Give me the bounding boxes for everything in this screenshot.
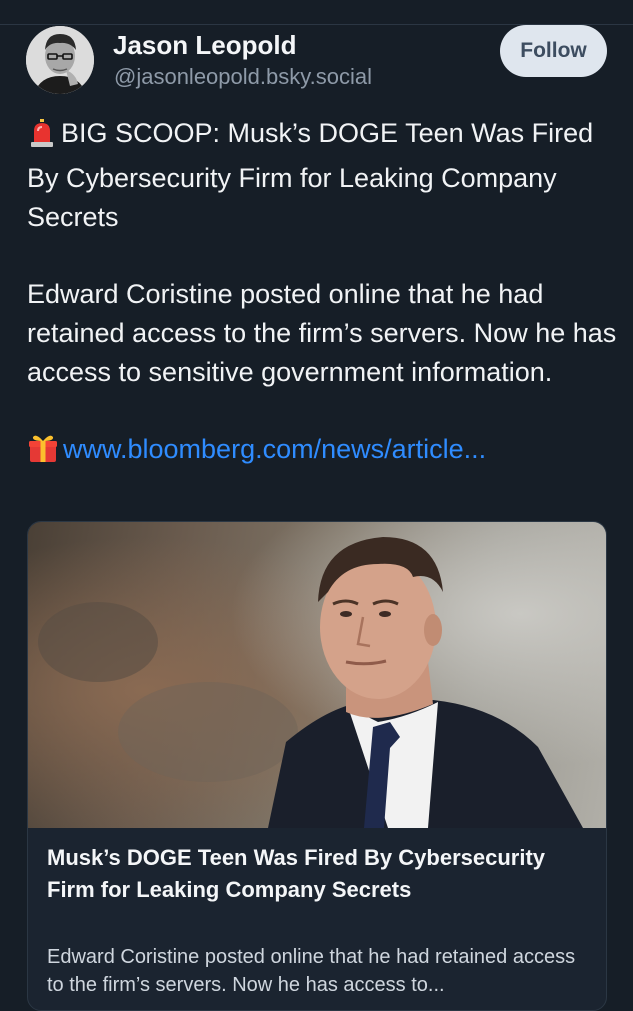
post-link-line: www.bloomberg.com/news/article... (27, 430, 617, 475)
author-handle[interactable]: @jasonleopold.bsky.social (114, 64, 372, 90)
link-preview-card[interactable]: Musk’s DOGE Teen Was Fired By Cybersecur… (27, 521, 607, 1011)
post-body: Edward Coristine posted online that he h… (27, 279, 617, 387)
post-text: BIG SCOOP: Musk’s DOGE Teen Was Fired By… (27, 114, 617, 475)
card-description: Edward Coristine posted online that he h… (47, 946, 576, 996)
post: Jason Leopold @jasonleopold.bsky.social … (0, 0, 633, 1011)
author-name[interactable]: Jason Leopold (113, 30, 296, 61)
card-thumbnail (28, 522, 606, 828)
post-headline: BIG SCOOP: Musk’s DOGE Teen Was Fired By… (27, 114, 617, 237)
article-link[interactable]: www.bloomberg.com/news/article... (63, 434, 486, 464)
avatar[interactable] (26, 26, 94, 94)
gift-icon (27, 432, 59, 475)
follow-button[interactable]: Follow (500, 25, 607, 77)
card-title[interactable]: Musk’s DOGE Teen Was Fired By Cybersecur… (47, 842, 587, 906)
post-headline-text: BIG SCOOP: Musk’s DOGE Teen Was Fired By… (27, 118, 594, 232)
siren-icon (27, 118, 57, 159)
